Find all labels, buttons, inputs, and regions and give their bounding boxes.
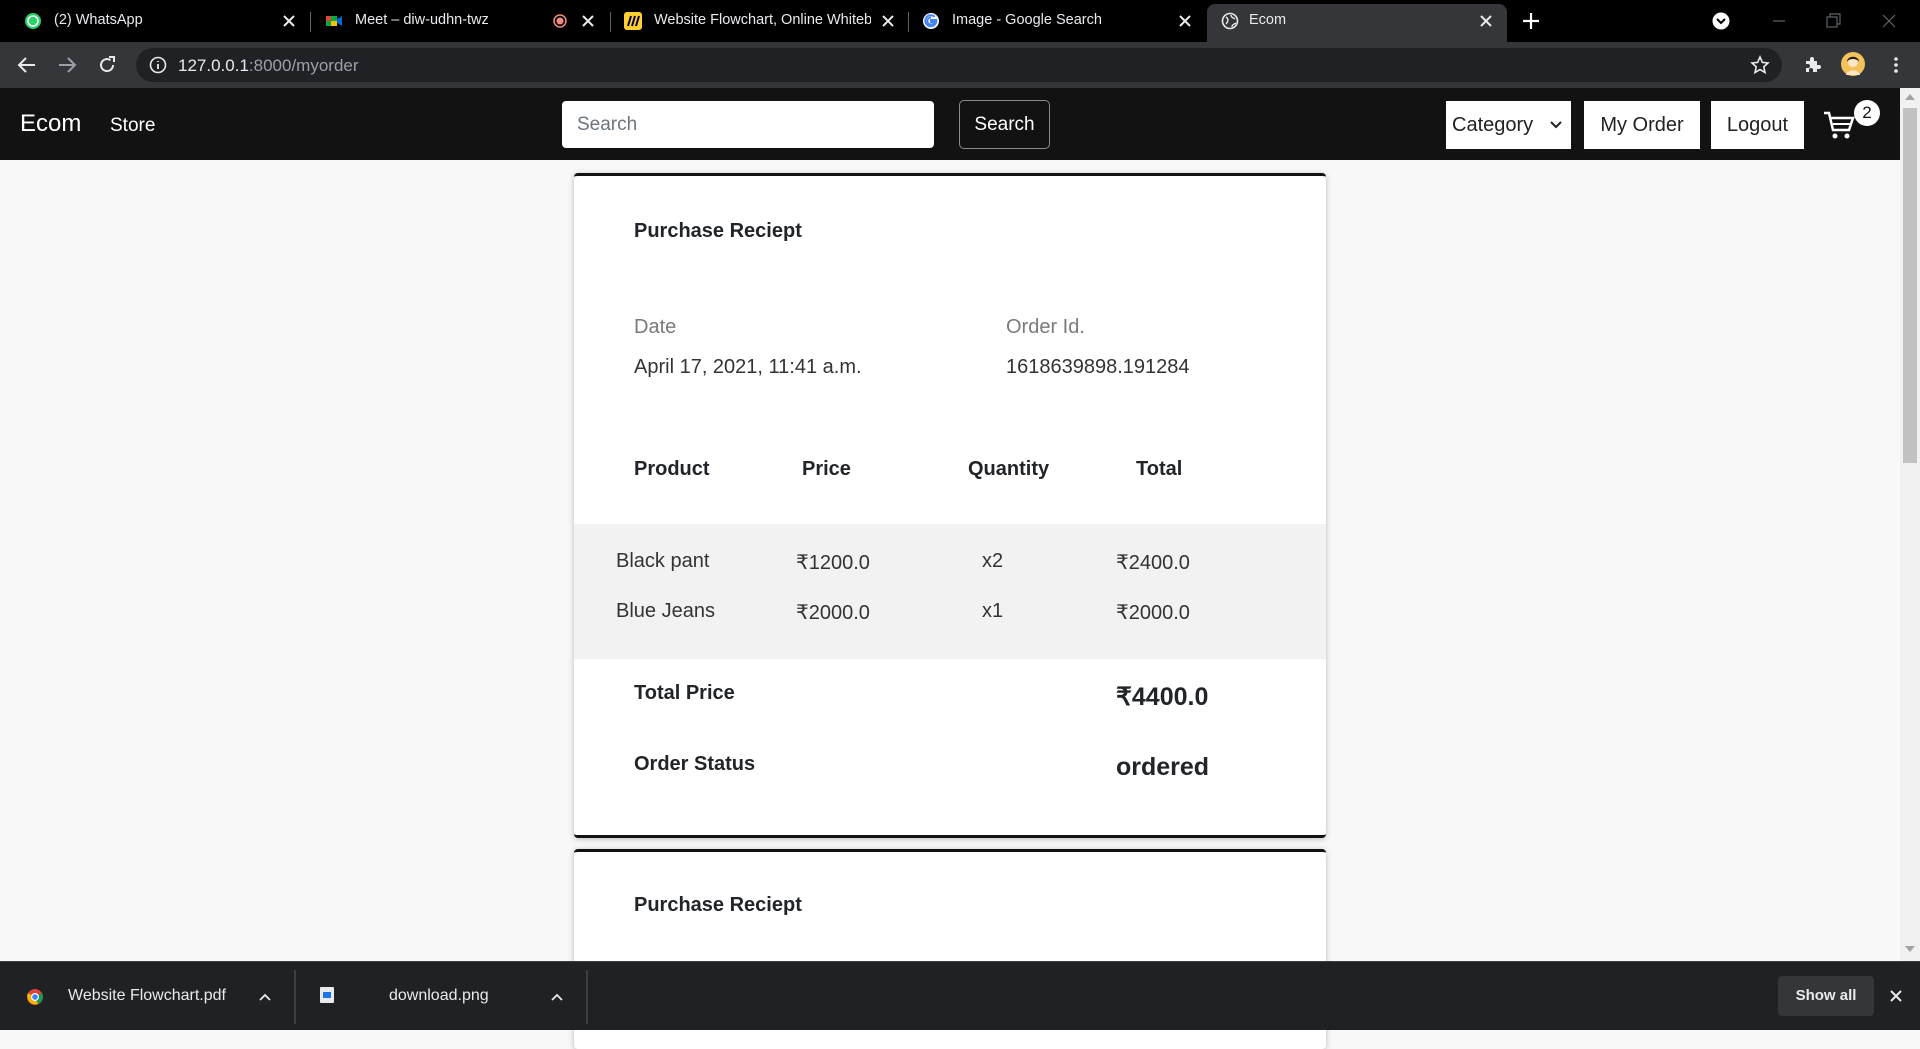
tab-title: Ecom	[1249, 12, 1287, 28]
column-header-quantity: Quantity	[968, 458, 1050, 480]
site-navbar: Ecom Store Search Category My Order Logo…	[0, 88, 1900, 160]
item-quantity: x2	[982, 550, 1004, 572]
tab-separator	[610, 12, 611, 32]
whatsapp-icon	[24, 12, 42, 30]
close-download-shelf-icon[interactable]	[1889, 989, 1903, 1003]
order-id-label: Order Id.	[1006, 316, 1085, 338]
search-input[interactable]	[562, 101, 934, 148]
logout-button[interactable]: Logout	[1711, 101, 1804, 149]
item-product: Black pant	[616, 550, 710, 572]
item-total: ₹2400.0	[1116, 552, 1190, 574]
globe-icon	[1221, 12, 1239, 30]
close-icon[interactable]	[581, 14, 595, 28]
restore-icon[interactable]	[1824, 12, 1842, 30]
scrollbar-thumb[interactable]	[1903, 108, 1917, 463]
receipt-title: Purchase Reciept	[634, 220, 802, 242]
total-price-value: ₹4400.0	[1116, 683, 1209, 711]
download-separator	[586, 970, 588, 1024]
download-item[interactable]: download.png	[296, 962, 586, 1031]
profile-avatar[interactable]	[1840, 51, 1866, 77]
show-all-downloads-button[interactable]: Show all	[1778, 976, 1874, 1016]
image-file-icon	[319, 986, 335, 1004]
tab-google-search[interactable]: Image - Google Search	[922, 0, 1200, 42]
window-close-icon[interactable]	[1880, 12, 1898, 30]
new-tab-icon[interactable]	[1522, 12, 1540, 30]
search-button[interactable]: Search	[959, 100, 1050, 149]
download-item[interactable]: Website Flowchart.pdf	[0, 962, 294, 1031]
tab-whatsapp[interactable]: (2) WhatsApp	[24, 0, 302, 42]
close-icon[interactable]	[282, 14, 296, 28]
item-product: Blue Jeans	[616, 600, 715, 622]
tab-title: (2) WhatsApp	[54, 12, 143, 28]
page-scrollbar[interactable]	[1900, 88, 1920, 961]
item-total: ₹2000.0	[1116, 602, 1190, 624]
column-header-product: Product	[634, 458, 710, 480]
tab-title: Website Flowchart, Online Whiteboard	[654, 12, 871, 28]
download-filename: Website Flowchart.pdf	[68, 987, 226, 1004]
chevron-down-icon	[1549, 118, 1563, 132]
my-order-button[interactable]: My Order	[1584, 101, 1700, 149]
download-filename: download.png	[389, 987, 489, 1004]
nav-link-store[interactable]: Store	[110, 115, 155, 137]
order-items-table: Black pant ₹1200.0 x2 ₹2400.0 Blue Jeans…	[574, 524, 1326, 659]
tab-separator	[310, 12, 311, 32]
order-status-value: ordered	[1116, 753, 1210, 781]
order-status-label: Order Status	[634, 753, 756, 775]
chrome-pdf-icon	[26, 988, 44, 1006]
address-bar[interactable]: 127.0.0.1:8000/myorder	[136, 48, 1782, 82]
back-icon[interactable]	[17, 55, 37, 75]
browser-menu-icon[interactable]	[1886, 55, 1906, 75]
url-path: :8000/myorder	[248, 56, 359, 75]
date-label: Date	[634, 316, 677, 338]
url-text[interactable]: 127.0.0.1:8000/myorder	[178, 56, 359, 76]
cart-count-badge: 2	[1854, 100, 1880, 126]
forward-icon[interactable]	[57, 55, 77, 75]
item-quantity: x1	[982, 600, 1004, 622]
column-header-total: Total	[1136, 458, 1183, 480]
category-select-value: Category	[1452, 114, 1534, 136]
extensions-puzzle-icon[interactable]	[1802, 55, 1822, 75]
total-price-label: Total Price	[634, 682, 735, 704]
column-header-price: Price	[802, 458, 851, 480]
reload-icon[interactable]	[97, 55, 117, 75]
item-price: ₹1200.0	[796, 552, 870, 574]
close-icon[interactable]	[1479, 14, 1493, 28]
item-price: ₹2000.0	[796, 602, 870, 624]
miro-icon	[624, 12, 642, 30]
google-icon	[922, 12, 940, 30]
google-meet-icon	[325, 12, 343, 30]
download-shelf: Website Flowchart.pdf download.png Show …	[0, 961, 1920, 1030]
scroll-up-arrow[interactable]	[1905, 94, 1915, 100]
close-icon[interactable]	[881, 14, 895, 28]
order-receipt-card: Purchase Reciept Date April 17, 2021, 11…	[574, 173, 1326, 838]
order-id-value: 1618639898.191284	[1006, 356, 1190, 378]
shopping-cart-icon[interactable]	[1823, 110, 1855, 140]
receipt-title: Purchase Reciept	[634, 894, 802, 916]
tab-google-meet[interactable]: Meet – diw-udhn-twz	[325, 0, 603, 42]
chevron-up-icon[interactable]	[258, 990, 272, 1004]
browser-toolbar: 127.0.0.1:8000/myorder	[0, 42, 1920, 88]
date-value: April 17, 2021, 11:41 a.m.	[634, 356, 862, 378]
bookmark-star-icon[interactable]	[1750, 55, 1770, 75]
category-select[interactable]: Category	[1446, 101, 1571, 149]
tab-miro[interactable]: Website Flowchart, Online Whiteboard	[624, 0, 904, 42]
url-host: 127.0.0.1	[178, 56, 249, 75]
scroll-down-arrow[interactable]	[1905, 946, 1915, 952]
recording-indicator-icon	[553, 14, 567, 28]
tab-title: Image - Google Search	[952, 12, 1102, 28]
brand-logo[interactable]: Ecom	[20, 110, 81, 138]
site-info-icon[interactable]	[149, 56, 167, 74]
tab-ecom[interactable]: Ecom	[1207, 4, 1507, 42]
tab-separator	[908, 12, 909, 32]
tab-search-icon[interactable]	[1712, 12, 1730, 30]
tab-title: Meet – diw-udhn-twz	[355, 12, 489, 28]
browser-tab-strip: (2) WhatsApp Meet – diw-udhn-twz Website…	[0, 0, 1920, 42]
chevron-up-icon[interactable]	[550, 990, 564, 1004]
minimize-icon[interactable]	[1770, 12, 1788, 30]
close-icon[interactable]	[1178, 14, 1192, 28]
